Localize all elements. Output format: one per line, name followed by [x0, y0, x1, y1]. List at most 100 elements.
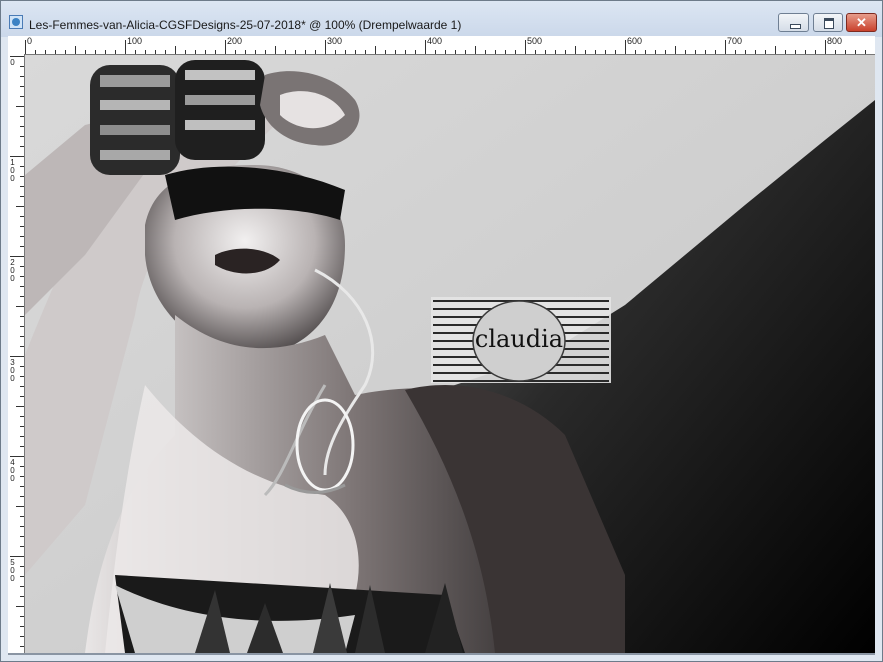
ruler-tick	[155, 50, 156, 54]
ruler-tick	[20, 366, 24, 367]
ruler-tick	[20, 146, 24, 147]
ruler-tick	[10, 356, 24, 357]
ruler-tick	[495, 50, 496, 54]
ruler-tick	[20, 586, 24, 587]
image-canvas[interactable]: claudia	[25, 55, 875, 653]
ruler-tick	[335, 50, 336, 54]
ruler-tick	[10, 456, 24, 457]
ruler-tick	[705, 50, 706, 54]
ruler-tick	[285, 50, 286, 54]
horizontal-ruler: 0 100 200 300 400 500 600 700 800	[8, 36, 875, 55]
close-button[interactable]: ✕	[846, 13, 877, 32]
ruler-tick	[535, 50, 536, 54]
ruler-tick	[305, 50, 306, 54]
title-bar[interactable]: Les-Femmes-van-Alicia-CGSFDesigns-25-07-…	[1, 1, 882, 37]
ruler-label: 0	[10, 58, 15, 67]
ruler-tick	[825, 40, 826, 54]
ruler-tick	[605, 50, 606, 54]
ruler-tick	[405, 50, 406, 54]
ruler-label: 1 0 0	[10, 158, 15, 183]
ruler-tick	[20, 536, 24, 537]
ruler-tick	[545, 50, 546, 54]
ruler-tick	[65, 50, 66, 54]
ruler-label: 200	[227, 36, 243, 46]
watermark: claudia	[431, 297, 611, 383]
ruler-label: 400	[427, 36, 443, 46]
ruler-tick	[20, 436, 24, 437]
ruler-tick	[505, 50, 506, 54]
ruler-tick	[105, 50, 106, 54]
ruler-tick	[865, 50, 866, 54]
ruler-tick	[10, 256, 24, 257]
ruler-tick	[20, 596, 24, 597]
ruler-label: 3 0 0	[10, 358, 15, 383]
ruler-tick	[205, 50, 206, 54]
ruler-label: 2 0 0	[10, 258, 15, 283]
ruler-tick	[175, 46, 176, 54]
bracelets	[90, 60, 265, 175]
ruler-tick	[10, 156, 24, 157]
ruler-tick	[16, 106, 24, 107]
canvas-image: claudia	[25, 55, 875, 653]
ruler-tick	[20, 476, 24, 477]
ruler-tick	[20, 516, 24, 517]
ruler-tick	[465, 50, 466, 54]
ruler-tick	[45, 50, 46, 54]
ruler-tick	[20, 316, 24, 317]
ruler-tick	[115, 50, 116, 54]
ruler-label: 300	[327, 36, 343, 46]
vertical-ruler: 0 1 0 0 2 0 0 3 0 0 4 0 0 5 0 0	[8, 54, 25, 654]
ruler-tick	[425, 40, 426, 54]
ruler-tick	[20, 236, 24, 237]
ruler-tick	[575, 46, 576, 54]
ruler-tick	[20, 166, 24, 167]
ruler-tick	[385, 50, 386, 54]
ruler-tick	[415, 50, 416, 54]
ruler-tick	[20, 196, 24, 197]
ruler-tick	[16, 206, 24, 207]
close-icon: ✕	[856, 15, 867, 30]
ruler-tick	[95, 50, 96, 54]
ruler-tick	[20, 396, 24, 397]
ruler-tick	[845, 50, 846, 54]
ruler-label: 800	[827, 36, 843, 46]
maximize-button[interactable]	[813, 13, 843, 32]
ruler-tick	[375, 46, 376, 54]
watermark-text: claudia	[475, 325, 563, 353]
ruler-tick	[135, 50, 136, 54]
ruler-tick	[585, 50, 586, 54]
ruler-tick	[635, 50, 636, 54]
ruler-tick	[20, 246, 24, 247]
ruler-tick	[555, 50, 556, 54]
ruler-tick	[20, 346, 24, 347]
ruler-tick	[765, 50, 766, 54]
ruler-tick	[10, 56, 24, 57]
ruler-tick	[20, 466, 24, 467]
ruler-tick	[615, 50, 616, 54]
ruler-tick	[20, 616, 24, 617]
ruler-tick	[215, 50, 216, 54]
ruler-tick	[185, 50, 186, 54]
ruler-tick	[16, 606, 24, 607]
ruler-tick	[755, 50, 756, 54]
ruler-tick	[20, 216, 24, 217]
ruler-tick	[735, 50, 736, 54]
ruler-tick	[745, 50, 746, 54]
ruler-tick	[595, 50, 596, 54]
ruler-tick	[525, 40, 526, 54]
ruler-label: 5 0 0	[10, 558, 15, 583]
ruler-tick	[145, 50, 146, 54]
ruler-tick	[625, 40, 626, 54]
ruler-tick	[475, 46, 476, 54]
ruler-tick	[20, 226, 24, 227]
ruler-tick	[195, 50, 196, 54]
ruler-tick	[20, 526, 24, 527]
ruler-tick	[20, 296, 24, 297]
ruler-tick	[20, 266, 24, 267]
ruler-tick	[655, 50, 656, 54]
ruler-tick	[165, 50, 166, 54]
minimize-button[interactable]	[778, 13, 809, 32]
app-icon[interactable]	[9, 15, 23, 29]
ruler-tick	[20, 86, 24, 87]
ruler-label: 700	[727, 36, 743, 46]
